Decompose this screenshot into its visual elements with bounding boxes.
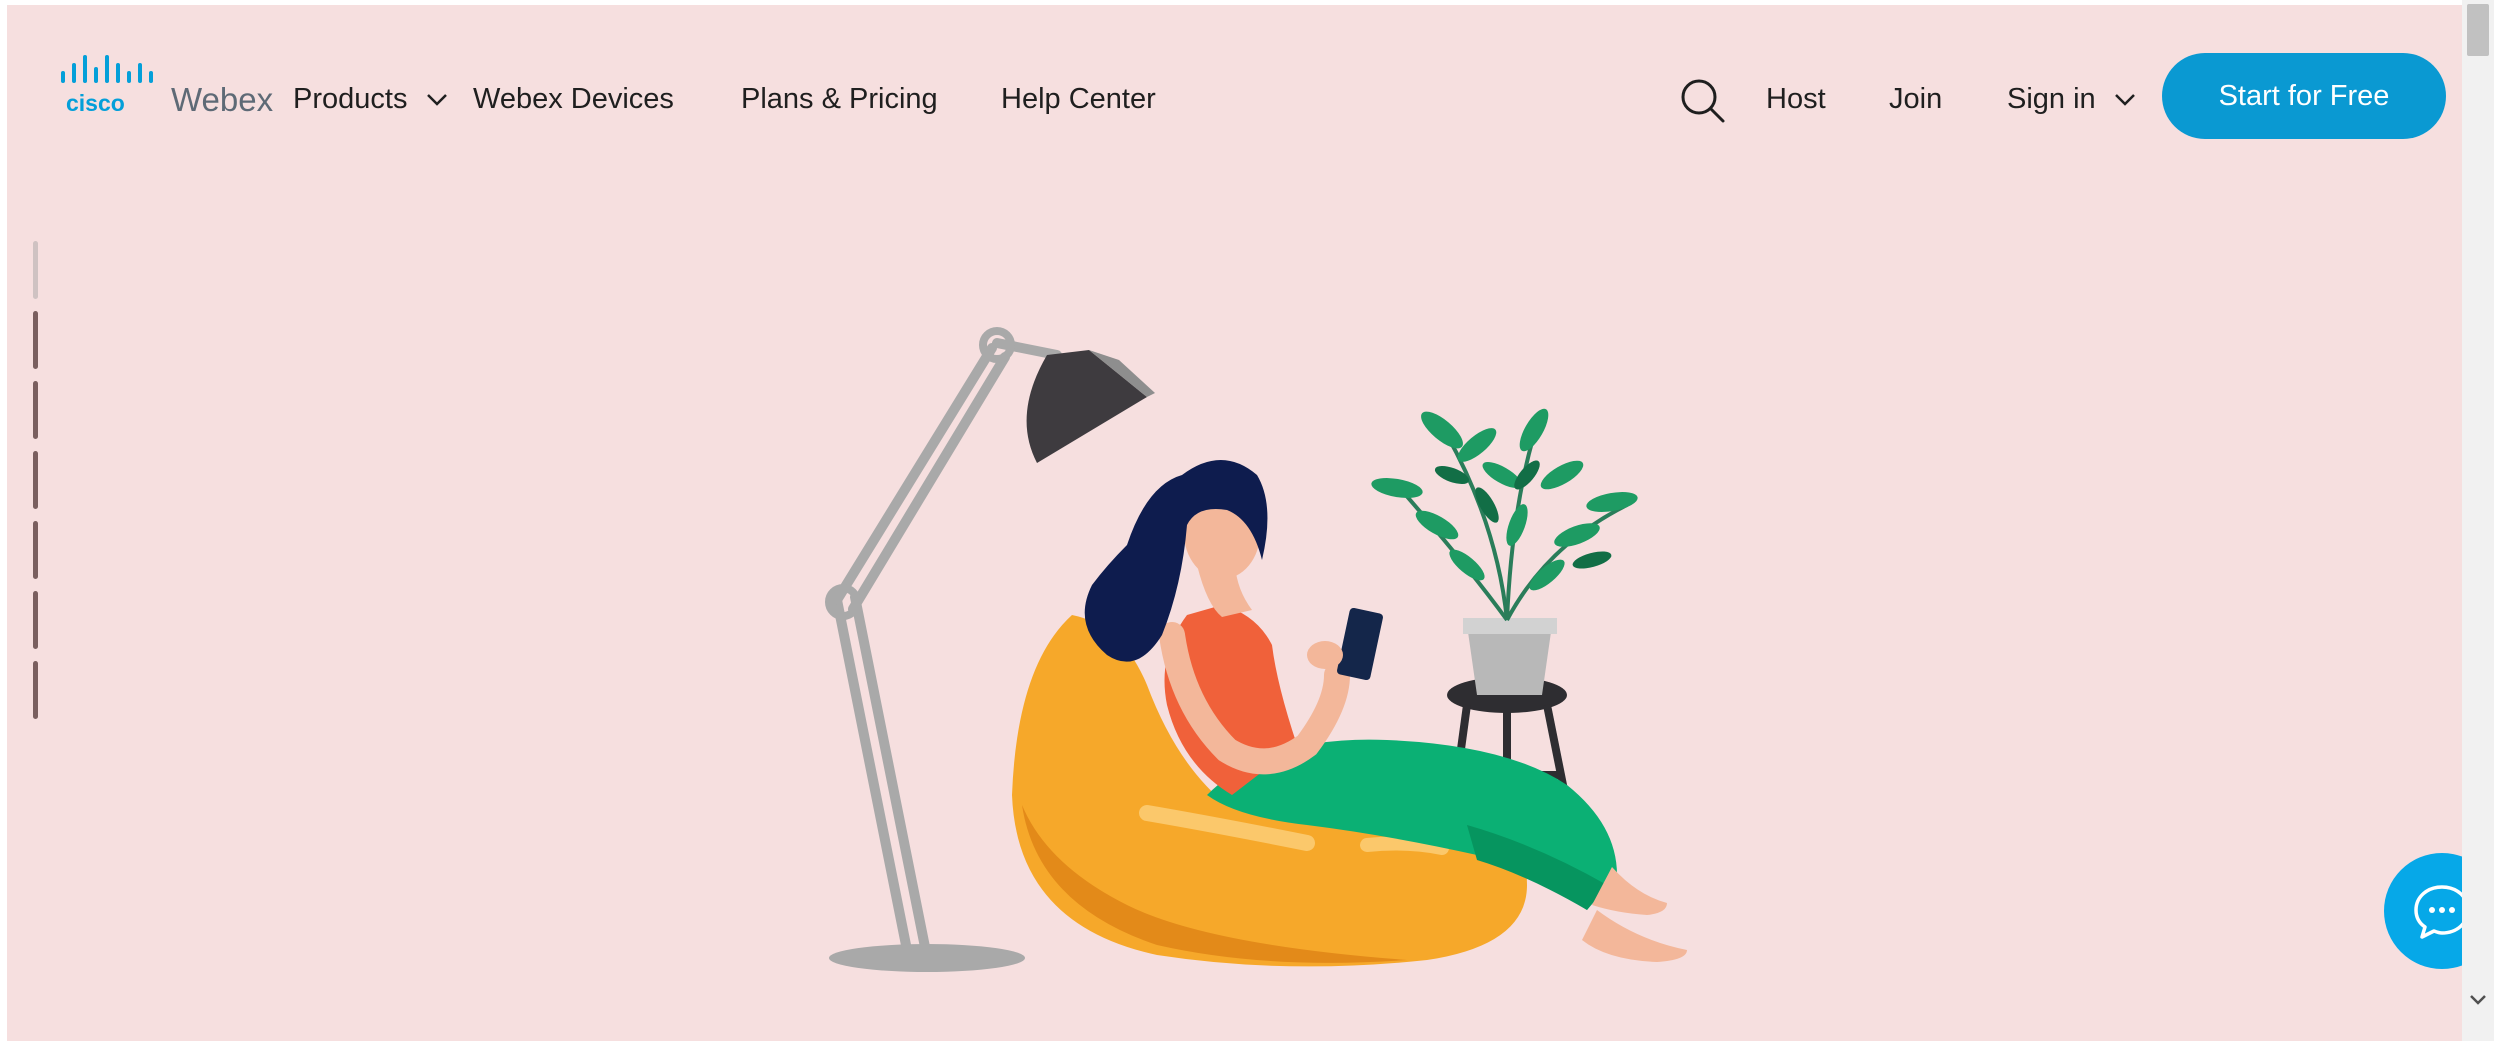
page-background: cisco Webex Products Webex Devices Plans… bbox=[7, 5, 2462, 1041]
slide-indicator-segment[interactable] bbox=[33, 311, 38, 369]
nav-join[interactable]: Join bbox=[1889, 77, 1942, 121]
search-icon bbox=[1681, 79, 1725, 123]
slide-indicator-segment[interactable] bbox=[33, 241, 38, 299]
cisco-webex-logo[interactable]: cisco Webex bbox=[59, 53, 284, 123]
plant-pot bbox=[1467, 625, 1552, 695]
nav-webex-devices[interactable]: Webex Devices bbox=[473, 77, 674, 121]
search-button[interactable] bbox=[1679, 77, 1727, 125]
page-scrollbar[interactable] bbox=[2462, 0, 2494, 1041]
chevron-down-icon bbox=[2114, 94, 2135, 107]
lamp-shade bbox=[1026, 350, 1147, 463]
slide-indicator-segment[interactable] bbox=[33, 451, 38, 509]
site-header: cisco Webex Products Webex Devices Plans… bbox=[7, 5, 2462, 185]
start-for-free-button[interactable]: Start for Free bbox=[2162, 53, 2446, 139]
nav-sign-in-label: Sign in bbox=[2007, 83, 2096, 115]
slide-indicator-segment[interactable] bbox=[33, 591, 38, 649]
slide-indicator-segment[interactable] bbox=[33, 381, 38, 439]
nav-products[interactable]: Products bbox=[293, 77, 448, 121]
chevron-down-icon bbox=[426, 94, 447, 107]
nav-help-center[interactable]: Help Center bbox=[1001, 77, 1156, 121]
scrollbar-thumb[interactable] bbox=[2467, 4, 2489, 56]
nav-plans-pricing[interactable]: Plans & Pricing bbox=[741, 77, 938, 121]
brand-product: Webex bbox=[171, 81, 274, 118]
nav-host[interactable]: Host bbox=[1766, 77, 1826, 121]
slide-progress-indicator bbox=[33, 241, 41, 731]
lamp-arm bbox=[832, 338, 1062, 955]
foot bbox=[1582, 910, 1687, 962]
nav-sign-in[interactable]: Sign in bbox=[2007, 77, 2136, 121]
chevron-down-icon[interactable] bbox=[2468, 990, 2488, 1010]
chat-bubble-icon bbox=[2414, 885, 2462, 939]
hand bbox=[1307, 641, 1343, 669]
nav-products-label: Products bbox=[293, 83, 408, 115]
brand-company: cisco bbox=[66, 90, 125, 116]
plant-pot-rim bbox=[1463, 618, 1557, 634]
slide-indicator-segment[interactable] bbox=[33, 521, 38, 579]
phone bbox=[1337, 607, 1383, 681]
slide-indicator-segment[interactable] bbox=[33, 661, 38, 719]
cisco-bars-icon: cisco Webex bbox=[61, 55, 274, 118]
